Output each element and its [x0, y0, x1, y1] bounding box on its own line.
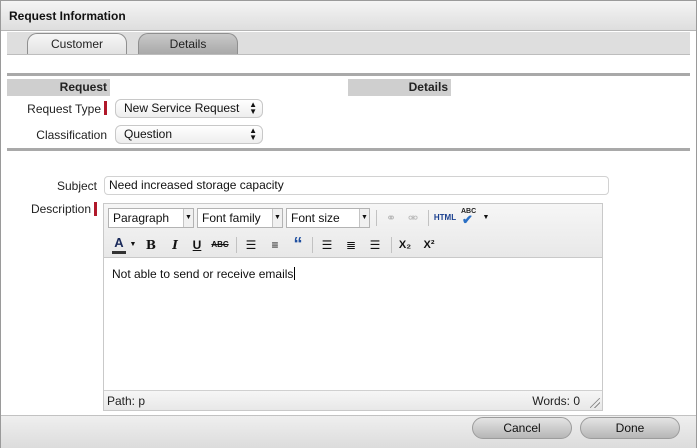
toolbar-separator	[391, 237, 392, 253]
unlink-icon[interactable]: ⚮	[404, 209, 422, 227]
toolbar-separator	[236, 237, 237, 253]
title-bar: Request Information	[1, 1, 696, 31]
done-button[interactable]: Done	[580, 417, 680, 439]
tab-customer[interactable]: Customer	[27, 33, 127, 54]
text-caret	[294, 267, 296, 280]
underline-button[interactable]: U	[188, 236, 206, 254]
editor-text: Not able to send or receive emails	[112, 267, 294, 281]
tab-details[interactable]: Details	[138, 33, 238, 54]
format-select[interactable]: Paragraph ▼	[108, 208, 194, 228]
request-type-value: New Service Request	[124, 101, 240, 115]
bullet-list-icon[interactable]: ☰	[242, 236, 260, 254]
italic-button[interactable]: I	[166, 236, 184, 254]
classification-label: Classification	[36, 128, 107, 142]
font-size-value: Font size	[291, 211, 340, 225]
numbered-list-icon[interactable]: ≡	[266, 236, 284, 254]
bold-button[interactable]: B	[142, 236, 160, 254]
details-column-header: Details	[348, 79, 451, 96]
select-arrows-icon: ▲ ▼	[249, 100, 257, 116]
description-label: Description	[30, 202, 91, 216]
toolbar-separator	[428, 210, 429, 226]
strikethrough-button[interactable]: ABC	[210, 236, 230, 254]
required-marker	[104, 101, 107, 115]
section-divider-top	[7, 73, 690, 76]
classification-select[interactable]: Question ▲ ▼	[115, 125, 263, 144]
format-value: Paragraph	[113, 211, 170, 225]
toolbar-separator	[376, 210, 377, 226]
superscript-button[interactable]: X²	[420, 236, 438, 254]
request-column-header: Request	[7, 79, 110, 96]
align-left-icon[interactable]: ☰	[318, 236, 336, 254]
request-type-label: Request Type	[27, 102, 101, 116]
tab-divider	[7, 54, 690, 55]
text-color-dropdown-icon[interactable]: ▼	[128, 236, 138, 254]
chevron-down-icon: ▼	[359, 209, 369, 227]
chevron-down-icon: ▼	[272, 209, 282, 227]
element-path: Path: p	[107, 394, 146, 408]
cancel-button[interactable]: Cancel	[472, 417, 572, 439]
required-marker	[94, 202, 97, 216]
editor-toolbar: Paragraph ▼ Font family ▼ Font size ▼ ⚭ …	[104, 204, 602, 258]
editor-status-bar: Path: p Words: 0	[104, 390, 602, 410]
resize-handle-icon[interactable]	[590, 398, 600, 408]
rich-text-editor: Paragraph ▼ Font family ▼ Font size ▼ ⚭ …	[103, 203, 603, 411]
blockquote-button[interactable]: “	[290, 235, 306, 253]
link-icon[interactable]: ⚭	[382, 209, 400, 227]
font-size-select[interactable]: Font size ▼	[286, 208, 370, 228]
font-family-select[interactable]: Font family ▼	[197, 208, 283, 228]
align-center-icon[interactable]: ≣	[342, 236, 360, 254]
subject-label: Subject	[56, 179, 97, 193]
request-information-window: Request Information Customer Details Req…	[0, 0, 697, 448]
spellcheck-button[interactable]: ABC ✔	[459, 207, 481, 227]
subscript-button[interactable]: X₂	[396, 236, 414, 254]
subject-input[interactable]: Need increased storage capacity	[104, 176, 609, 195]
word-count: Words: 0	[532, 394, 580, 408]
align-right-icon[interactable]: ☰	[366, 236, 384, 254]
font-family-value: Font family	[202, 211, 261, 225]
spellcheck-dropdown-icon[interactable]: ▼	[481, 209, 491, 227]
window-title: Request Information	[9, 9, 126, 23]
classification-value: Question	[124, 127, 173, 141]
editor-content-area[interactable]: Not able to send or receive emails	[112, 267, 296, 281]
text-color-button[interactable]: A	[112, 234, 126, 254]
toolbar-separator	[312, 237, 313, 253]
select-arrows-icon: ▲ ▼	[249, 126, 257, 142]
html-source-button[interactable]: HTML	[433, 209, 457, 227]
check-icon: ✔	[462, 212, 473, 227]
request-type-select[interactable]: New Service Request ▲ ▼	[115, 99, 263, 118]
chevron-down-icon: ▼	[183, 209, 193, 227]
section-divider-middle	[7, 148, 690, 151]
